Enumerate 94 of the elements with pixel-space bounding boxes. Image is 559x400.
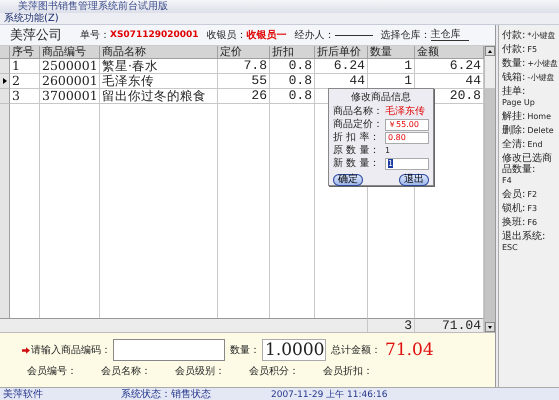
shortcut-label: 钱箱: — [502, 72, 526, 83]
shortcut-label: 全清: — [502, 139, 526, 150]
dialog-button[interactable]: 确定 — [333, 174, 363, 186]
column-header[interactable]: 商品名称 — [100, 46, 218, 59]
shortcut-key: F6 — [527, 217, 538, 228]
field-label: 商品定价： — [333, 118, 384, 130]
input-field[interactable]: 1 — [385, 158, 429, 170]
shortcut-key: *小键盘 — [527, 30, 556, 41]
table-cell: 3700001 — [40, 89, 100, 104]
table-cell: 毛泽东传 — [100, 74, 218, 89]
field-label: 单号： — [80, 28, 110, 42]
column-header[interactable]: 定价 — [218, 46, 270, 59]
column-header[interactable]: 序号 — [10, 46, 40, 59]
column-header[interactable]: 商品编号 — [40, 46, 100, 59]
field-label: 会员名称： — [101, 365, 152, 378]
table-cell: 3 — [10, 89, 40, 104]
table-cell: 2 — [10, 74, 40, 89]
table-cell: 1 — [10, 59, 40, 74]
field-label: 会员编号： — [27, 364, 78, 378]
column-header[interactable]: 数量 — [368, 46, 415, 59]
field-value: 收银员一 — [246, 28, 287, 42]
field-label: 收银员： — [206, 30, 247, 42]
table-cell: 0.8 — [270, 59, 315, 74]
shortcut-label: 解挂: — [502, 111, 526, 122]
field-label: 请输入商品编码： — [31, 344, 111, 357]
field-value: 1 — [385, 146, 390, 155]
table-cell: 2500001 — [40, 59, 100, 74]
shortcut-key: Page Up — [502, 97, 535, 108]
table-cell: 6.24 — [315, 59, 368, 74]
field-label: 选择仓库： — [380, 30, 431, 42]
shortcut-key: F2 — [527, 189, 538, 200]
field-label: 总计金额： — [331, 344, 381, 357]
shortcut-key: +小键盘 — [527, 58, 558, 69]
table-cell: 7.8 — [218, 59, 270, 74]
input-field[interactable]: 主仓库 — [430, 29, 469, 41]
field-label: 会员积分： — [249, 365, 300, 378]
field-value: XS071129020001 — [110, 30, 199, 40]
arrow-icon — [22, 346, 30, 354]
column-header[interactable]: 折扣 — [270, 46, 315, 59]
shortcut-key: Home — [527, 111, 551, 122]
shortcut-label: 退出系统: — [502, 231, 546, 242]
input-field[interactable]: 0.80 — [385, 132, 429, 144]
field-label: 数量： — [230, 344, 260, 357]
table-cell: 繁星·春水 — [100, 59, 218, 74]
status-text: 2007-11-29 上午 11:46:16 — [271, 388, 388, 400]
shortcut-key: ESC — [502, 242, 518, 253]
table-cell: 留出你过冬的粮食 — [100, 89, 218, 104]
column-header[interactable]: 金额 — [415, 46, 484, 59]
input-field[interactable] — [113, 339, 225, 361]
field-label: 经办人： — [294, 28, 335, 42]
field-label: 商品名称： — [333, 106, 384, 118]
scrollbar[interactable] — [484, 46, 495, 332]
total-cell: 3 — [368, 318, 415, 332]
field-value: 毛泽东传 — [385, 106, 425, 118]
field-label: 会员折扣： — [323, 364, 374, 378]
dialog-button[interactable]: 退出 — [399, 174, 429, 186]
shortcut-key: F4 — [502, 175, 512, 186]
shortcut-label: 会员: — [502, 189, 526, 200]
shortcut-key: F3 — [527, 203, 538, 214]
shortcut-key: F5 — [527, 44, 538, 55]
current-row-icon — [2, 78, 6, 84]
shortcut-key: -小键盘 — [527, 72, 554, 83]
shortcut-label: 数量: — [502, 58, 526, 69]
shortcut-label: 挂单: — [502, 86, 526, 97]
table-cell: 2600001 — [40, 74, 100, 89]
field-label: 新 数 量： — [333, 158, 380, 170]
shortcut-key: Delete — [527, 125, 554, 136]
shortcut-label: 锁机: — [502, 203, 526, 214]
field-label: 原 数 量： — [333, 144, 380, 156]
table-cell: 1 — [368, 59, 415, 74]
menu-item[interactable]: 系统功能(Z) — [4, 13, 59, 24]
window-title: 美萍图书销售管理系统前台试用版 — [18, 0, 168, 12]
company-name: 美萍公司 — [10, 27, 62, 44]
table-cell: 55 — [218, 74, 270, 89]
row-header[interactable] — [0, 74, 10, 89]
total-cell: 71.04 — [415, 318, 484, 332]
shortcut-label: 换班: — [502, 217, 526, 228]
shortcut-key: End — [527, 139, 543, 150]
table-cell: 0.8 — [270, 89, 315, 104]
input-field[interactable]: ￥55.00 — [385, 118, 429, 130]
table-cell: 0.8 — [270, 74, 315, 89]
input-field[interactable]: 1.0000 — [262, 339, 326, 361]
shortcut-label: 付款: — [502, 44, 526, 55]
shortcut-label: 付款: — [502, 30, 526, 41]
dialog-title: 修改商品信息 — [350, 92, 412, 103]
status-text: 美萍软件 — [2, 388, 44, 400]
column-header[interactable]: 折后单价 — [315, 46, 368, 59]
table-cell: 26 — [218, 89, 270, 104]
shortcut-label: 修改已选商品数量: — [502, 153, 553, 175]
shortcut-label: 删除: — [502, 125, 526, 136]
total-amount: 71.04 — [385, 340, 434, 360]
field-label: 会员级别： — [175, 365, 226, 378]
status-text: 系统状态：销售状态 — [121, 388, 212, 400]
field-label: 折 扣 率： — [333, 132, 380, 144]
